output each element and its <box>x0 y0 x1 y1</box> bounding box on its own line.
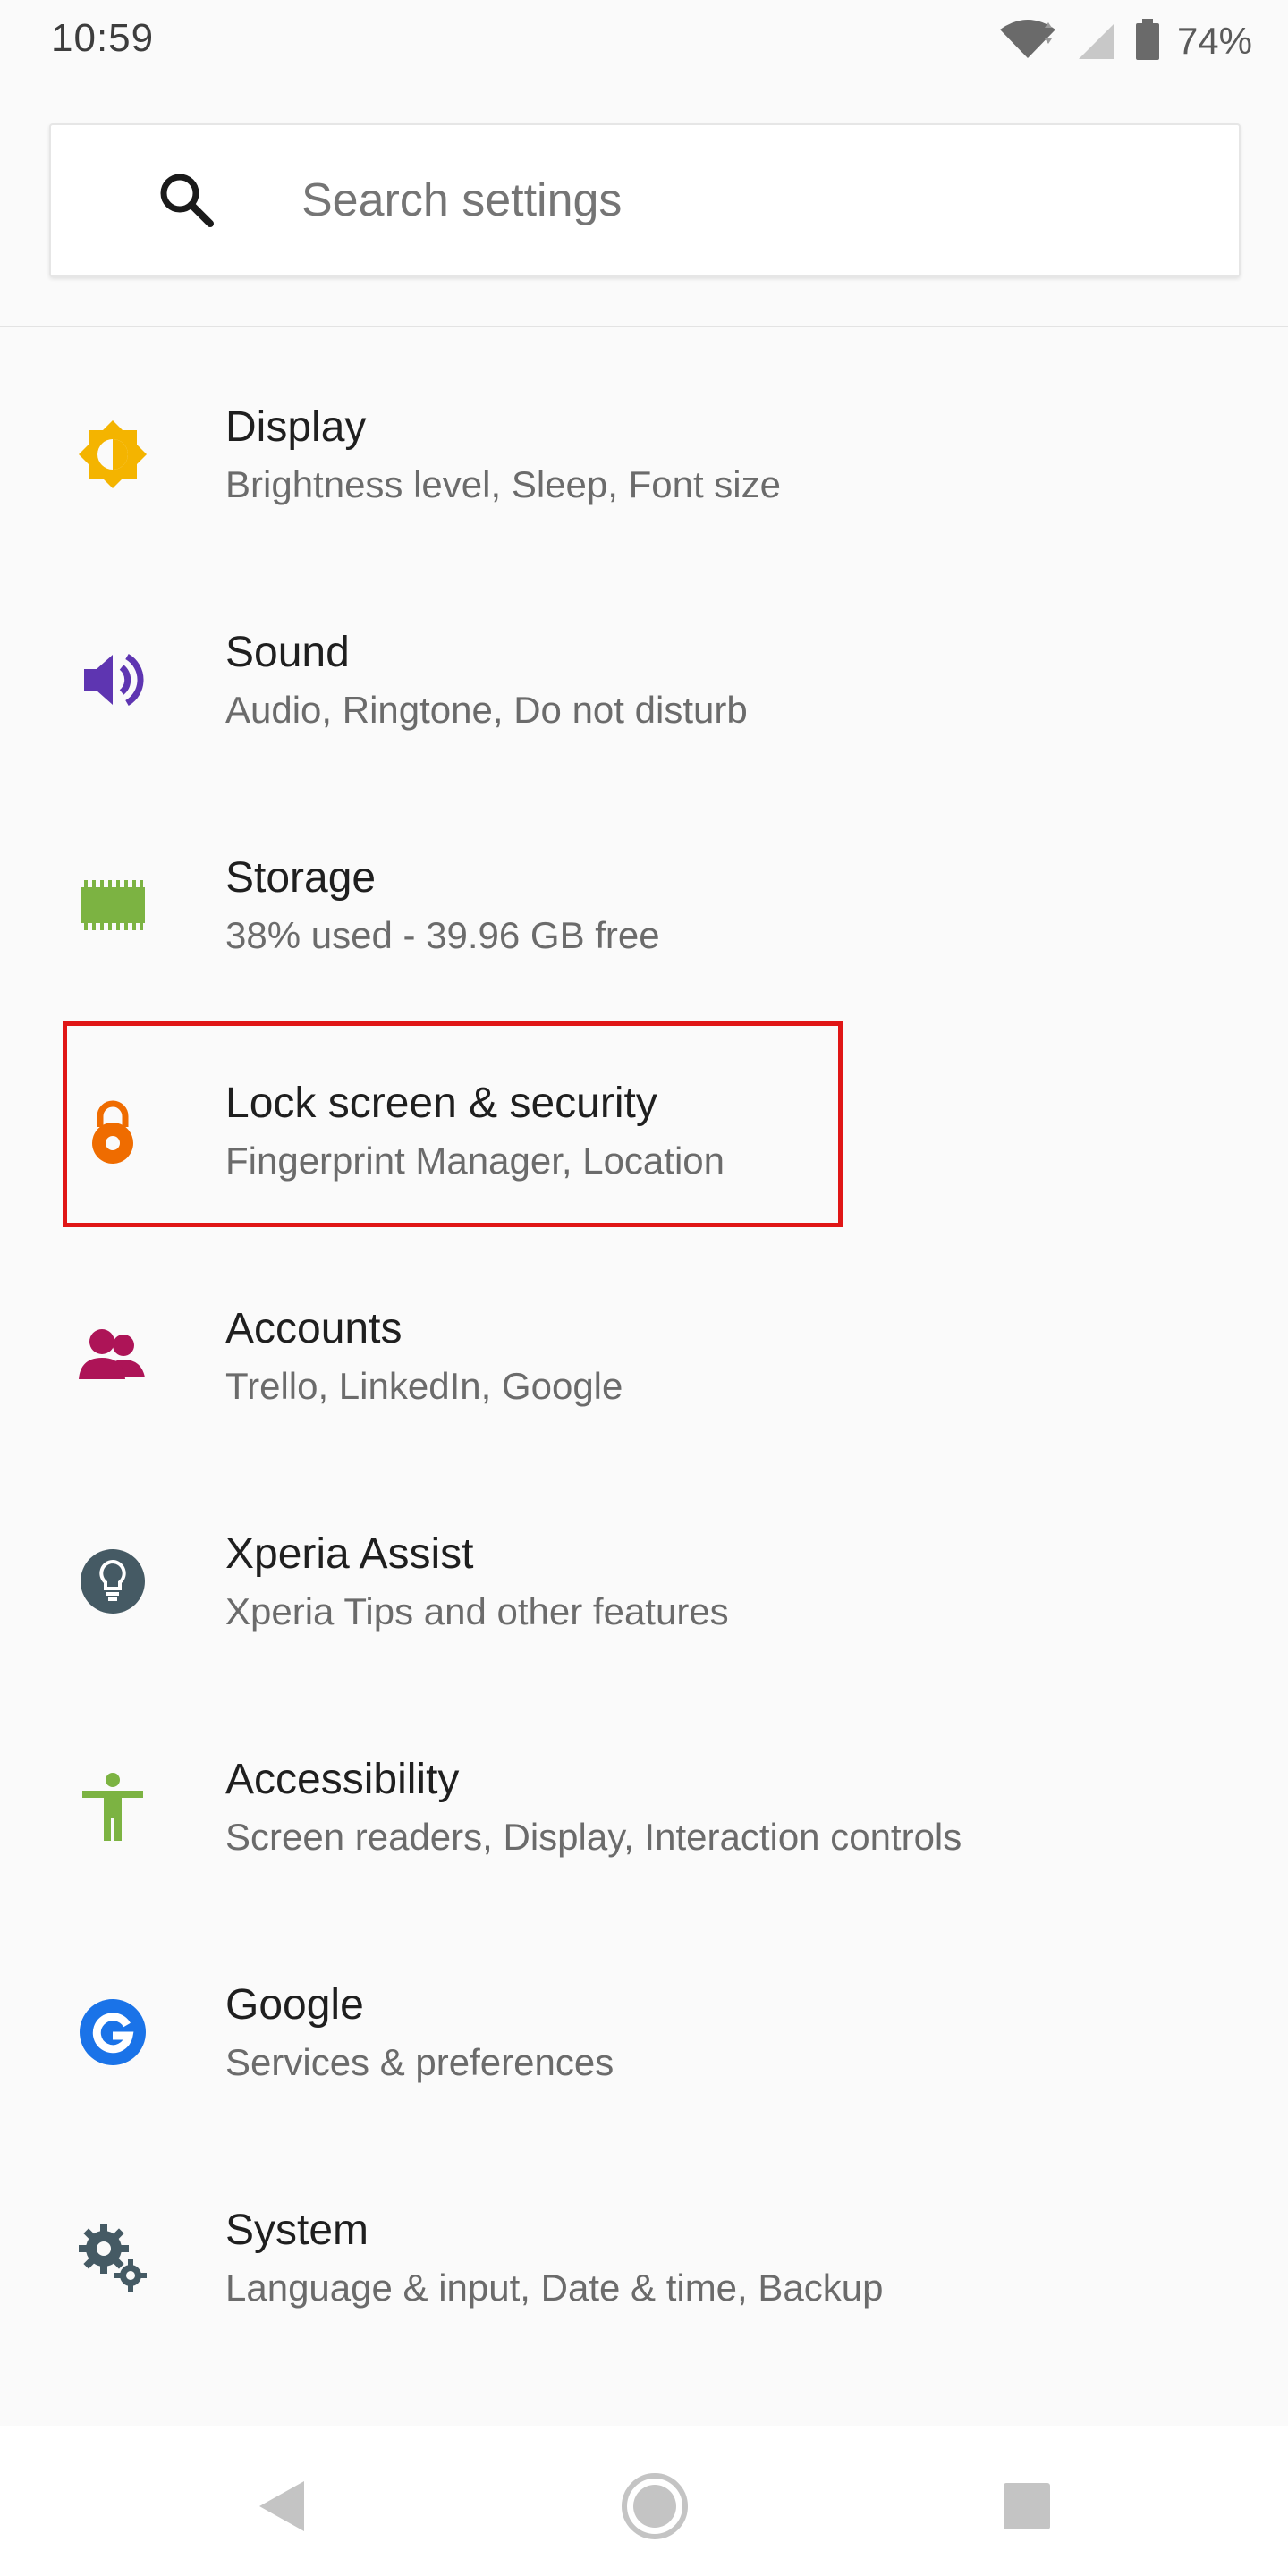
battery-icon <box>1134 17 1161 66</box>
settings-item-google[interactable]: Google Services & preferences <box>0 1918 1288 2143</box>
item-subtitle: Services & preferences <box>225 2041 614 2083</box>
item-title: Sound <box>225 629 350 676</box>
accessibility-icon <box>72 1766 154 1848</box>
item-title: System <box>225 2207 369 2254</box>
gears-icon <box>72 2216 154 2299</box>
home-icon[interactable] <box>617 2469 692 2544</box>
item-title: Lock screen & security <box>225 1080 657 1127</box>
item-subtitle: Fingerprint Manager, Location <box>225 1140 724 1182</box>
google-icon <box>72 1991 154 2073</box>
back-icon[interactable] <box>243 2469 318 2544</box>
settings-item-storage[interactable]: Storage 38% used - 39.96 GB free <box>0 791 1288 1016</box>
search-bar[interactable]: Search settings <box>49 123 1241 277</box>
battery-percent: 74% <box>1176 20 1252 62</box>
item-subtitle: Brightness level, Sleep, Font size <box>225 463 781 505</box>
item-title: Xperia Assist <box>225 1530 474 1578</box>
recents-icon[interactable] <box>989 2469 1064 2544</box>
search-icon <box>155 168 219 233</box>
item-subtitle: Screen readers, Display, Interaction con… <box>225 1816 962 1858</box>
item-title: Storage <box>225 854 377 902</box>
status-bar: 10:59 74% <box>0 0 1288 82</box>
search-header: Search settings <box>0 82 1288 327</box>
status-time: 10:59 <box>51 16 155 60</box>
item-subtitle: 38% used - 39.96 GB free <box>225 914 660 956</box>
volume-icon <box>72 639 154 721</box>
item-title: Accounts <box>225 1305 402 1352</box>
item-subtitle: Audio, Ringtone, Do not disturb <box>225 689 748 731</box>
item-title: Google <box>225 1981 364 2029</box>
navigation-bar <box>0 2426 1288 2576</box>
cell-signal-icon <box>1075 18 1118 65</box>
storage-chip-icon <box>72 864 154 946</box>
lock-icon <box>72 1089 154 1172</box>
wifi-icon <box>996 17 1059 66</box>
item-title: Accessibility <box>225 1756 460 1803</box>
settings-item-accounts[interactable]: Accounts Trello, LinkedIn, Google <box>0 1241 1288 1467</box>
item-subtitle: Xperia Tips and other features <box>225 1590 729 1632</box>
lightbulb-icon <box>72 1540 154 1623</box>
settings-item-display[interactable]: Display Brightness level, Sleep, Font si… <box>0 340 1288 565</box>
status-icons: 74% <box>996 16 1252 66</box>
accounts-icon <box>72 1315 154 1397</box>
settings-item-xperia-assist[interactable]: Xperia Assist Xperia Tips and other feat… <box>0 1467 1288 1692</box>
settings-item-lock-screen-security[interactable]: Lock screen & security Fingerprint Manag… <box>0 1016 1288 1241</box>
item-subtitle: Language & input, Date & time, Backup <box>225 2267 884 2309</box>
item-subtitle: Trello, LinkedIn, Google <box>225 1365 623 1407</box>
settings-list: Display Brightness level, Sleep, Font si… <box>0 340 1288 2368</box>
settings-item-sound[interactable]: Sound Audio, Ringtone, Do not disturb <box>0 565 1288 791</box>
settings-item-system[interactable]: System Language & input, Date & time, Ba… <box>0 2143 1288 2368</box>
search-input[interactable]: Search settings <box>301 174 622 227</box>
item-title: Display <box>225 403 367 451</box>
brightness-icon <box>72 413 154 496</box>
settings-item-accessibility[interactable]: Accessibility Screen readers, Display, I… <box>0 1692 1288 1918</box>
